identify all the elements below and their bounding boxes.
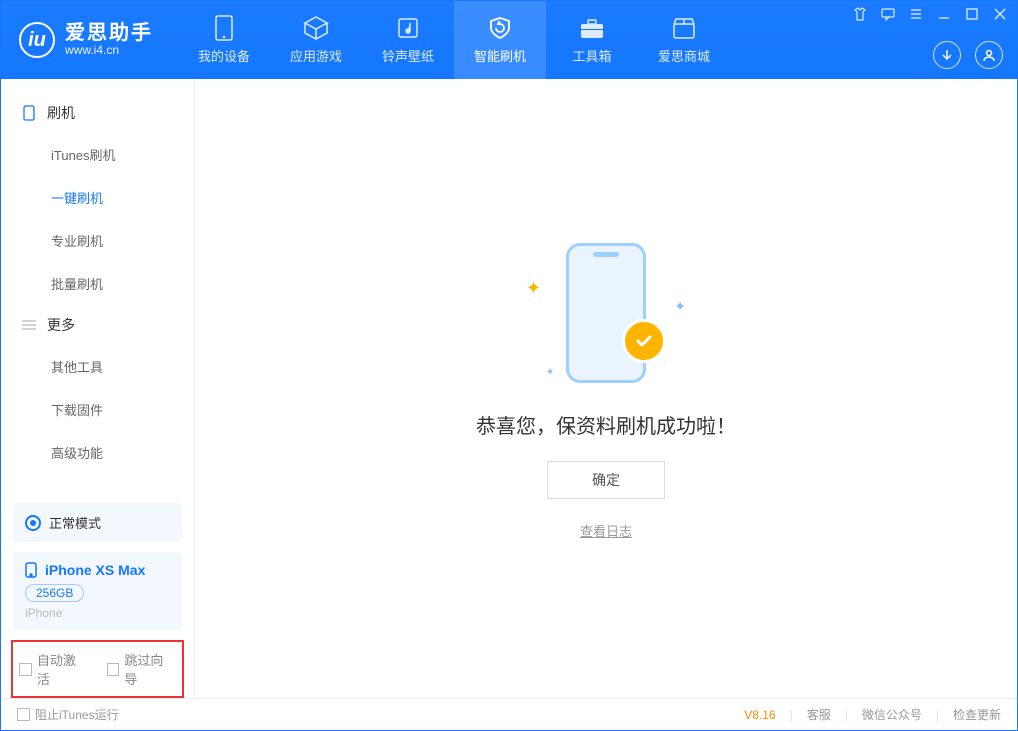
app-name: 爱思助手: [65, 23, 153, 43]
device-phone-icon: [25, 562, 37, 578]
version-label: V8.16: [744, 708, 775, 722]
cube-icon: [303, 15, 329, 41]
success-graphic: ✦ ✦ ✦: [526, 238, 686, 388]
minimize-button[interactable]: [937, 7, 951, 21]
checkbox-block-itunes[interactable]: 阻止iTunes运行: [17, 706, 119, 723]
store-icon: [671, 15, 697, 41]
user-button[interactable]: [975, 41, 1003, 69]
mode-label: 正常模式: [49, 513, 101, 532]
sidebar-item-itunes-flash[interactable]: iTunes刷机: [1, 133, 194, 176]
close-button[interactable]: [993, 7, 1007, 21]
app-url: www.i4.cn: [65, 43, 153, 57]
group-title-label: 更多: [47, 315, 75, 335]
view-log-link[interactable]: 查看日志: [580, 521, 632, 540]
tab-my-device[interactable]: 我的设备: [178, 1, 270, 79]
sidebar-group-more: 更多: [1, 305, 194, 345]
maximize-button[interactable]: [965, 7, 979, 21]
sparkle-icon: ✦: [546, 367, 554, 378]
checkbox-auto-activate[interactable]: 自动激活: [19, 650, 89, 688]
shirt-icon[interactable]: [853, 7, 867, 21]
mode-box[interactable]: 正常模式: [13, 503, 182, 542]
ok-button[interactable]: 确定: [547, 461, 665, 499]
tab-apps-games[interactable]: 应用游戏: [270, 1, 362, 79]
tab-label: 爱思商城: [658, 46, 710, 65]
tab-label: 铃声壁纸: [382, 46, 434, 65]
device-capacity: 256GB: [25, 584, 84, 602]
sidebar-item-pro-flash[interactable]: 专业刷机: [1, 219, 194, 262]
check-badge-icon: [622, 319, 666, 363]
mode-icon: [25, 515, 41, 531]
main-tabs: 我的设备 应用游戏 铃声壁纸 智能刷机 工具箱 爱思商城: [178, 1, 730, 79]
tab-store[interactable]: 爱思商城: [638, 1, 730, 79]
app-header: iu 爱思助手 www.i4.cn 我的设备 应用游戏 铃声壁纸 智能刷机: [1, 1, 1017, 79]
tab-label: 智能刷机: [474, 46, 526, 65]
main-content: ✦ ✦ ✦ 恭喜您，保资料刷机成功啦！ 确定 查看日志: [195, 79, 1017, 698]
window-controls: [853, 7, 1007, 21]
sidebar-group-flash: 刷机: [1, 93, 194, 133]
sidebar-item-other-tools[interactable]: 其他工具: [1, 345, 194, 388]
toolbox-icon: [579, 15, 605, 41]
phone-illustration-icon: [566, 243, 646, 383]
download-button[interactable]: [933, 41, 961, 69]
flash-options: 自动激活 跳过向导: [11, 640, 184, 698]
sidebar-item-download-firmware[interactable]: 下载固件: [1, 388, 194, 431]
tab-label: 我的设备: [198, 46, 250, 65]
logo-icon: iu: [19, 22, 55, 58]
menu-icon[interactable]: [909, 7, 923, 21]
sidebar-item-advanced[interactable]: 高级功能: [1, 431, 194, 474]
list-icon: [21, 317, 37, 333]
logo: iu 爱思助手 www.i4.cn: [19, 1, 153, 79]
tab-label: 工具箱: [572, 46, 611, 65]
phone-outline-icon: [21, 105, 37, 121]
phone-icon: [211, 15, 237, 41]
tab-label: 应用游戏: [290, 46, 342, 65]
sidebar: 刷机 iTunes刷机 一键刷机 专业刷机 批量刷机 更多 其他工具 下载固件 …: [1, 79, 195, 698]
sidebar-item-batch-flash[interactable]: 批量刷机: [1, 262, 194, 305]
footer-link-update[interactable]: 检查更新: [953, 706, 1001, 723]
status-bar: 阻止iTunes运行 V8.16 | 客服 | 微信公众号 | 检查更新: [1, 698, 1017, 730]
music-note-icon: [395, 15, 421, 41]
tab-toolbox[interactable]: 工具箱: [546, 1, 638, 79]
footer-link-support[interactable]: 客服: [807, 706, 831, 723]
device-box[interactable]: iPhone XS Max 256GB iPhone: [13, 552, 182, 630]
checkbox-skip-guide[interactable]: 跳过向导: [107, 650, 177, 688]
tab-ringtone-wallpaper[interactable]: 铃声壁纸: [362, 1, 454, 79]
refresh-shield-icon: [487, 15, 513, 41]
group-title-label: 刷机: [47, 103, 75, 123]
sparkle-icon: ✦: [526, 278, 541, 299]
sparkle-icon: ✦: [674, 298, 686, 315]
success-message: 恭喜您，保资料刷机成功啦！: [476, 410, 736, 439]
sidebar-item-oneclick-flash[interactable]: 一键刷机: [1, 176, 194, 219]
tab-smart-flash[interactable]: 智能刷机: [454, 1, 546, 79]
feedback-icon[interactable]: [881, 7, 895, 21]
footer-link-wechat[interactable]: 微信公众号: [862, 706, 922, 723]
device-name: iPhone XS Max: [45, 562, 145, 578]
device-type: iPhone: [25, 606, 170, 620]
